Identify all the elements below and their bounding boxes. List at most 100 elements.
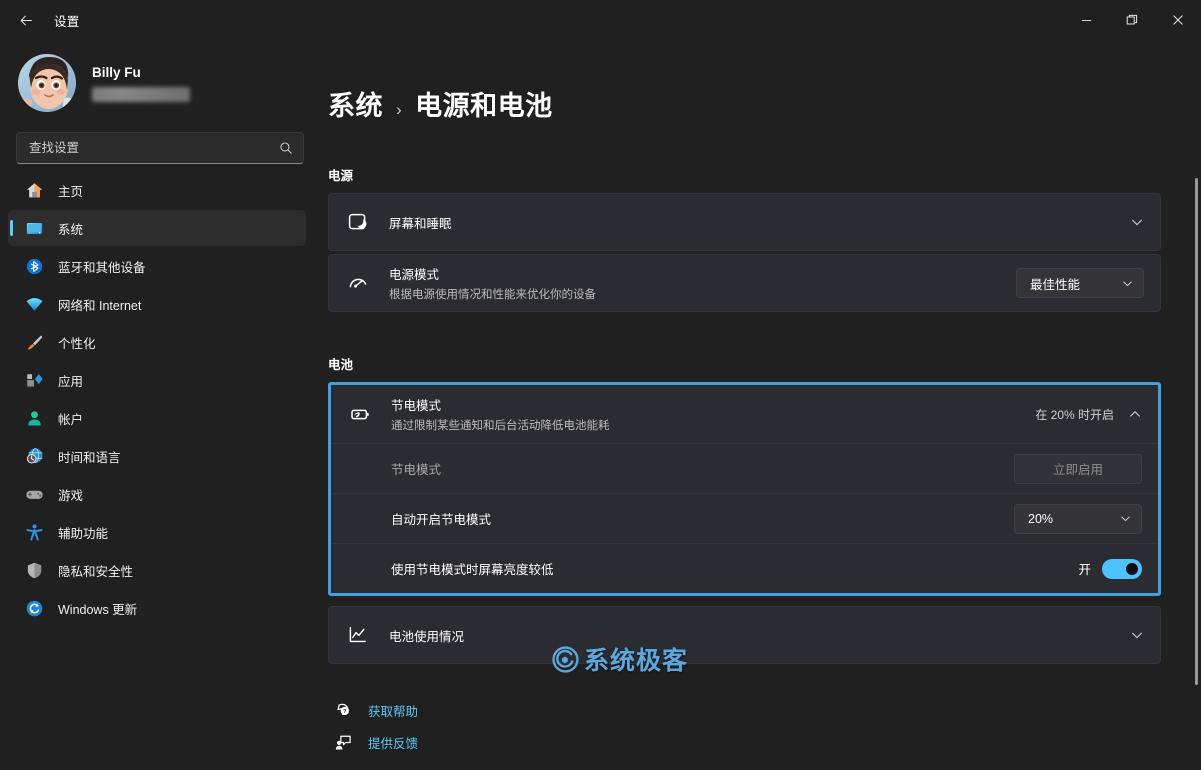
chevron-down-icon[interactable] bbox=[1130, 628, 1144, 642]
sidebar-item-windows-update[interactable]: Windows 更新 bbox=[8, 590, 306, 626]
sidebar-item-label: 蓝牙和其他设备 bbox=[58, 260, 146, 275]
sidebar-item-apps[interactable]: 应用 bbox=[8, 362, 306, 398]
sidebar-item-personalization[interactable]: 个性化 bbox=[8, 324, 306, 360]
window-body: Billy Fu 查找设置 主页 系统 蓝牙和其他设备 网络和 Internet… bbox=[0, 40, 1201, 770]
footer-link-label: 获取帮助 bbox=[368, 704, 419, 719]
home-icon bbox=[24, 180, 44, 200]
search-box[interactable] bbox=[16, 132, 304, 164]
turn-on-now-button[interactable]: 立即启用 bbox=[1014, 453, 1142, 484]
gamepad-icon bbox=[24, 484, 44, 504]
power-card-group: 屏幕和睡眠 电源模式 根据电源使用情况和性能来优化你的设备 最佳性能 bbox=[328, 193, 1161, 312]
card-title: 屏幕和睡眠 bbox=[389, 216, 452, 231]
sidebar-item-accessibility[interactable]: 辅助功能 bbox=[8, 514, 306, 550]
sidebar-item-label: 游戏 bbox=[58, 488, 84, 503]
help-question-icon: ? bbox=[332, 702, 354, 719]
row-battery-saver-now: 节电模式 立即启用 bbox=[331, 443, 1158, 493]
maximize-button[interactable] bbox=[1109, 0, 1155, 40]
toggle-knob bbox=[1126, 562, 1138, 575]
minimize-icon bbox=[1081, 19, 1091, 21]
dropdown-value: 最佳性能 bbox=[1030, 277, 1081, 292]
sidebar-item-network[interactable]: 网络和 Internet bbox=[8, 286, 306, 322]
power-mode-dropdown[interactable]: 最佳性能 bbox=[1016, 268, 1144, 298]
battery-saver-highlight: 节电模式 通过限制某些通知和后台活动降低电池能耗 在 20% 时开启 节电模式 bbox=[328, 382, 1161, 596]
row-label: 使用节电模式时屏幕亮度较低 bbox=[391, 563, 554, 577]
card-subtitle: 通过限制某些通知和后台活动降低电池能耗 bbox=[391, 420, 610, 432]
card-right bbox=[1130, 628, 1144, 642]
sidebar-item-label: 帐户 bbox=[58, 412, 84, 427]
paintbrush-icon bbox=[24, 332, 44, 352]
account-block[interactable]: Billy Fu bbox=[0, 40, 320, 128]
sidebar-item-label: 个性化 bbox=[58, 336, 96, 351]
row-auto-enable-threshold: 自动开启节电模式 20% bbox=[331, 493, 1158, 543]
sidebar-item-system[interactable]: 系统 bbox=[8, 210, 306, 246]
screen-sleep-icon bbox=[343, 211, 373, 233]
row-lower-brightness: 使用节电模式时屏幕亮度较低 开 bbox=[331, 543, 1158, 593]
chevron-down-icon bbox=[1123, 281, 1132, 286]
card-subtitle: 根据电源使用情况和性能来优化你的设备 bbox=[389, 289, 596, 301]
card-battery-saver[interactable]: 节电模式 通过限制某些通知和后台活动降低电池能耗 在 20% 时开启 bbox=[331, 385, 1158, 443]
sidebar-item-accounts[interactable]: 帐户 bbox=[8, 400, 306, 436]
breadcrumb-separator-icon: › bbox=[396, 100, 403, 119]
card-right: 最佳性能 bbox=[1016, 268, 1144, 298]
minimize-button[interactable] bbox=[1063, 0, 1109, 40]
sidebar-item-label: 主页 bbox=[58, 184, 84, 199]
update-refresh-icon bbox=[24, 598, 44, 618]
chevron-up-icon[interactable] bbox=[1128, 407, 1142, 421]
apps-icon bbox=[24, 370, 44, 390]
search-input[interactable] bbox=[29, 141, 279, 155]
row-label: 自动开启节电模式 bbox=[391, 513, 492, 527]
card-title: 电源模式 bbox=[389, 268, 440, 282]
auto-threshold-dropdown[interactable]: 20% bbox=[1014, 503, 1142, 534]
card-title: 电池使用情况 bbox=[389, 629, 465, 644]
back-button[interactable] bbox=[6, 4, 46, 36]
row-label: 节电模式 bbox=[391, 463, 442, 477]
card-battery-usage[interactable]: 电池使用情况 bbox=[328, 606, 1161, 664]
account-name: Billy Fu bbox=[92, 64, 141, 80]
breadcrumb: 系统 › 电源和电池 bbox=[328, 40, 1161, 123]
sidebar-item-label: 辅助功能 bbox=[58, 526, 109, 541]
close-icon bbox=[1173, 15, 1183, 25]
chevron-down-icon[interactable] bbox=[1130, 215, 1144, 229]
page-title: 电源和电池 bbox=[415, 91, 553, 121]
speedometer-icon bbox=[343, 272, 373, 294]
sidebar-item-label: 时间和语言 bbox=[58, 450, 121, 465]
card-body: 电源模式 根据电源使用情况和性能来优化你的设备 bbox=[389, 264, 1016, 302]
content-pane: 系统 › 电源和电池 电源 屏幕和睡眠 电源模式 根据电源使用情况和性能来优化你… bbox=[320, 40, 1201, 770]
battery-saver-status: 在 20% 时开启 bbox=[1035, 407, 1114, 422]
sidebar-item-label: 应用 bbox=[58, 374, 84, 389]
shield-icon bbox=[24, 560, 44, 580]
get-help-link[interactable]: ? 获取帮助 bbox=[332, 694, 1161, 726]
sidebar-item-gaming[interactable]: 游戏 bbox=[8, 476, 306, 512]
bluetooth-icon bbox=[24, 256, 44, 276]
account-text: Billy Fu bbox=[92, 65, 190, 102]
sidebar-item-label: Windows 更新 bbox=[58, 602, 138, 617]
feedback-icon bbox=[332, 734, 354, 751]
card-power-mode[interactable]: 电源模式 根据电源使用情况和性能来优化你的设备 最佳性能 bbox=[328, 254, 1161, 312]
settings-window: 设置 Billy Fu 查找设置 主页 系统 蓝牙和其他设备 网络和 Inter… bbox=[0, 0, 1201, 770]
card-body: 节电模式 通过限制某些通知和后台活动降低电池能耗 bbox=[391, 395, 1035, 433]
lower-brightness-toggle[interactable] bbox=[1102, 558, 1142, 579]
arrow-left-icon bbox=[20, 14, 32, 26]
title-bar: 设置 bbox=[0, 0, 1201, 40]
scrollbar-thumb[interactable] bbox=[1195, 178, 1198, 685]
card-title: 节电模式 bbox=[391, 399, 442, 413]
section-label-battery: 电池 bbox=[328, 358, 354, 372]
give-feedback-link[interactable]: 提供反馈 bbox=[332, 726, 1161, 758]
wifi-icon bbox=[24, 294, 44, 314]
close-button[interactable] bbox=[1155, 0, 1201, 40]
sidebar-item-privacy-security[interactable]: 隐私和安全性 bbox=[8, 552, 306, 588]
system-monitor-icon bbox=[24, 218, 44, 238]
sidebar-nav: 主页 系统 蓝牙和其他设备 网络和 Internet 个性化 应用 帐户 时间和… bbox=[0, 172, 320, 626]
sidebar-item-bluetooth[interactable]: 蓝牙和其他设备 bbox=[8, 248, 306, 284]
account-email-blurred bbox=[92, 86, 190, 102]
chart-line-icon bbox=[343, 624, 373, 646]
section-label-power: 电源 bbox=[328, 169, 354, 183]
restore-icon bbox=[1126, 14, 1138, 25]
content-scrollbar[interactable] bbox=[1195, 104, 1198, 722]
sidebar-item-time-language[interactable]: 时间和语言 bbox=[8, 438, 306, 474]
card-screen-and-sleep[interactable]: 屏幕和睡眠 bbox=[328, 193, 1161, 251]
avatar-image bbox=[18, 54, 76, 112]
caption-buttons bbox=[1063, 0, 1201, 40]
sidebar-item-home[interactable]: 主页 bbox=[8, 172, 306, 208]
breadcrumb-parent[interactable]: 系统 bbox=[328, 84, 383, 123]
